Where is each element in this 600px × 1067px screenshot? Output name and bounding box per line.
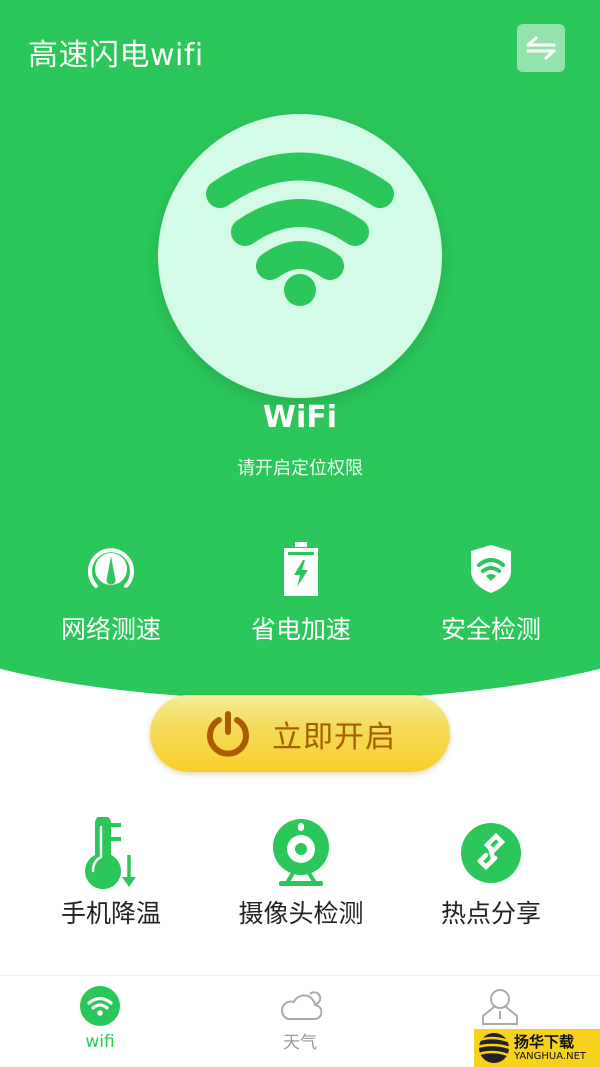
- feature-camera-detect[interactable]: 摄像头检测: [206, 819, 396, 930]
- location-permission-link[interactable]: 请开启定位权限: [0, 454, 600, 480]
- feature-speed-test[interactable]: 网络测速: [16, 538, 206, 646]
- start-now-label: 立即开启: [272, 719, 396, 755]
- feature-label: 网络测速: [60, 615, 161, 644]
- feature-label: 手机降温: [60, 899, 161, 928]
- globe-logo-icon: [474, 1033, 510, 1063]
- feature-security-check[interactable]: 安全检测: [396, 538, 586, 646]
- tab-wifi[interactable]: wifi: [0, 976, 200, 1067]
- webcam-icon: [273, 819, 329, 886]
- thermometer-down-icon: [85, 817, 136, 889]
- wifi-status-title: WiFi: [262, 400, 338, 435]
- feature-power-saving[interactable]: 省电加速: [206, 538, 396, 646]
- cloud-icon: [281, 991, 322, 1020]
- switch-button[interactable]: [517, 24, 565, 72]
- app-title: 高速闪电wifi: [28, 38, 204, 73]
- wifi-status-circle[interactable]: [158, 114, 442, 398]
- tab-label: 天气: [283, 1033, 317, 1053]
- feature-label: 热点分享: [440, 899, 541, 928]
- speedometer-icon: [88, 548, 134, 588]
- user-icon: [482, 989, 518, 1025]
- wifi-icon: [206, 152, 394, 306]
- feature-phone-cooling[interactable]: 手机降温: [16, 817, 206, 930]
- tab-weather[interactable]: 天气: [200, 976, 400, 1067]
- wifi-icon: [80, 986, 120, 1026]
- feature-label: 安全检测: [440, 615, 541, 644]
- power-icon: [207, 710, 249, 757]
- watermark-en: YANGHUA.NET: [514, 1050, 586, 1062]
- feature-hotspot-share[interactable]: 热点分享: [396, 822, 586, 930]
- bottom-feature-row: 手机降温 摄像头检测 热点分享: [0, 817, 600, 930]
- tab-label: wifi: [85, 1032, 115, 1052]
- feature-label: 省电加速: [250, 615, 351, 644]
- feature-label: 摄像头检测: [238, 899, 364, 928]
- start-now-button[interactable]: 立即开启: [150, 695, 450, 772]
- top-feature-row: 网络测速 省电加速 安全检测: [0, 538, 600, 646]
- watermark: 扬华下载 YANGHUA.NET: [474, 1029, 600, 1067]
- link-icon: [461, 823, 521, 883]
- shield-wifi-icon: [471, 545, 511, 593]
- battery-charging-icon: [284, 542, 318, 596]
- swap-arrows-icon: [526, 36, 556, 60]
- watermark-cn: 扬华下载: [514, 1032, 575, 1051]
